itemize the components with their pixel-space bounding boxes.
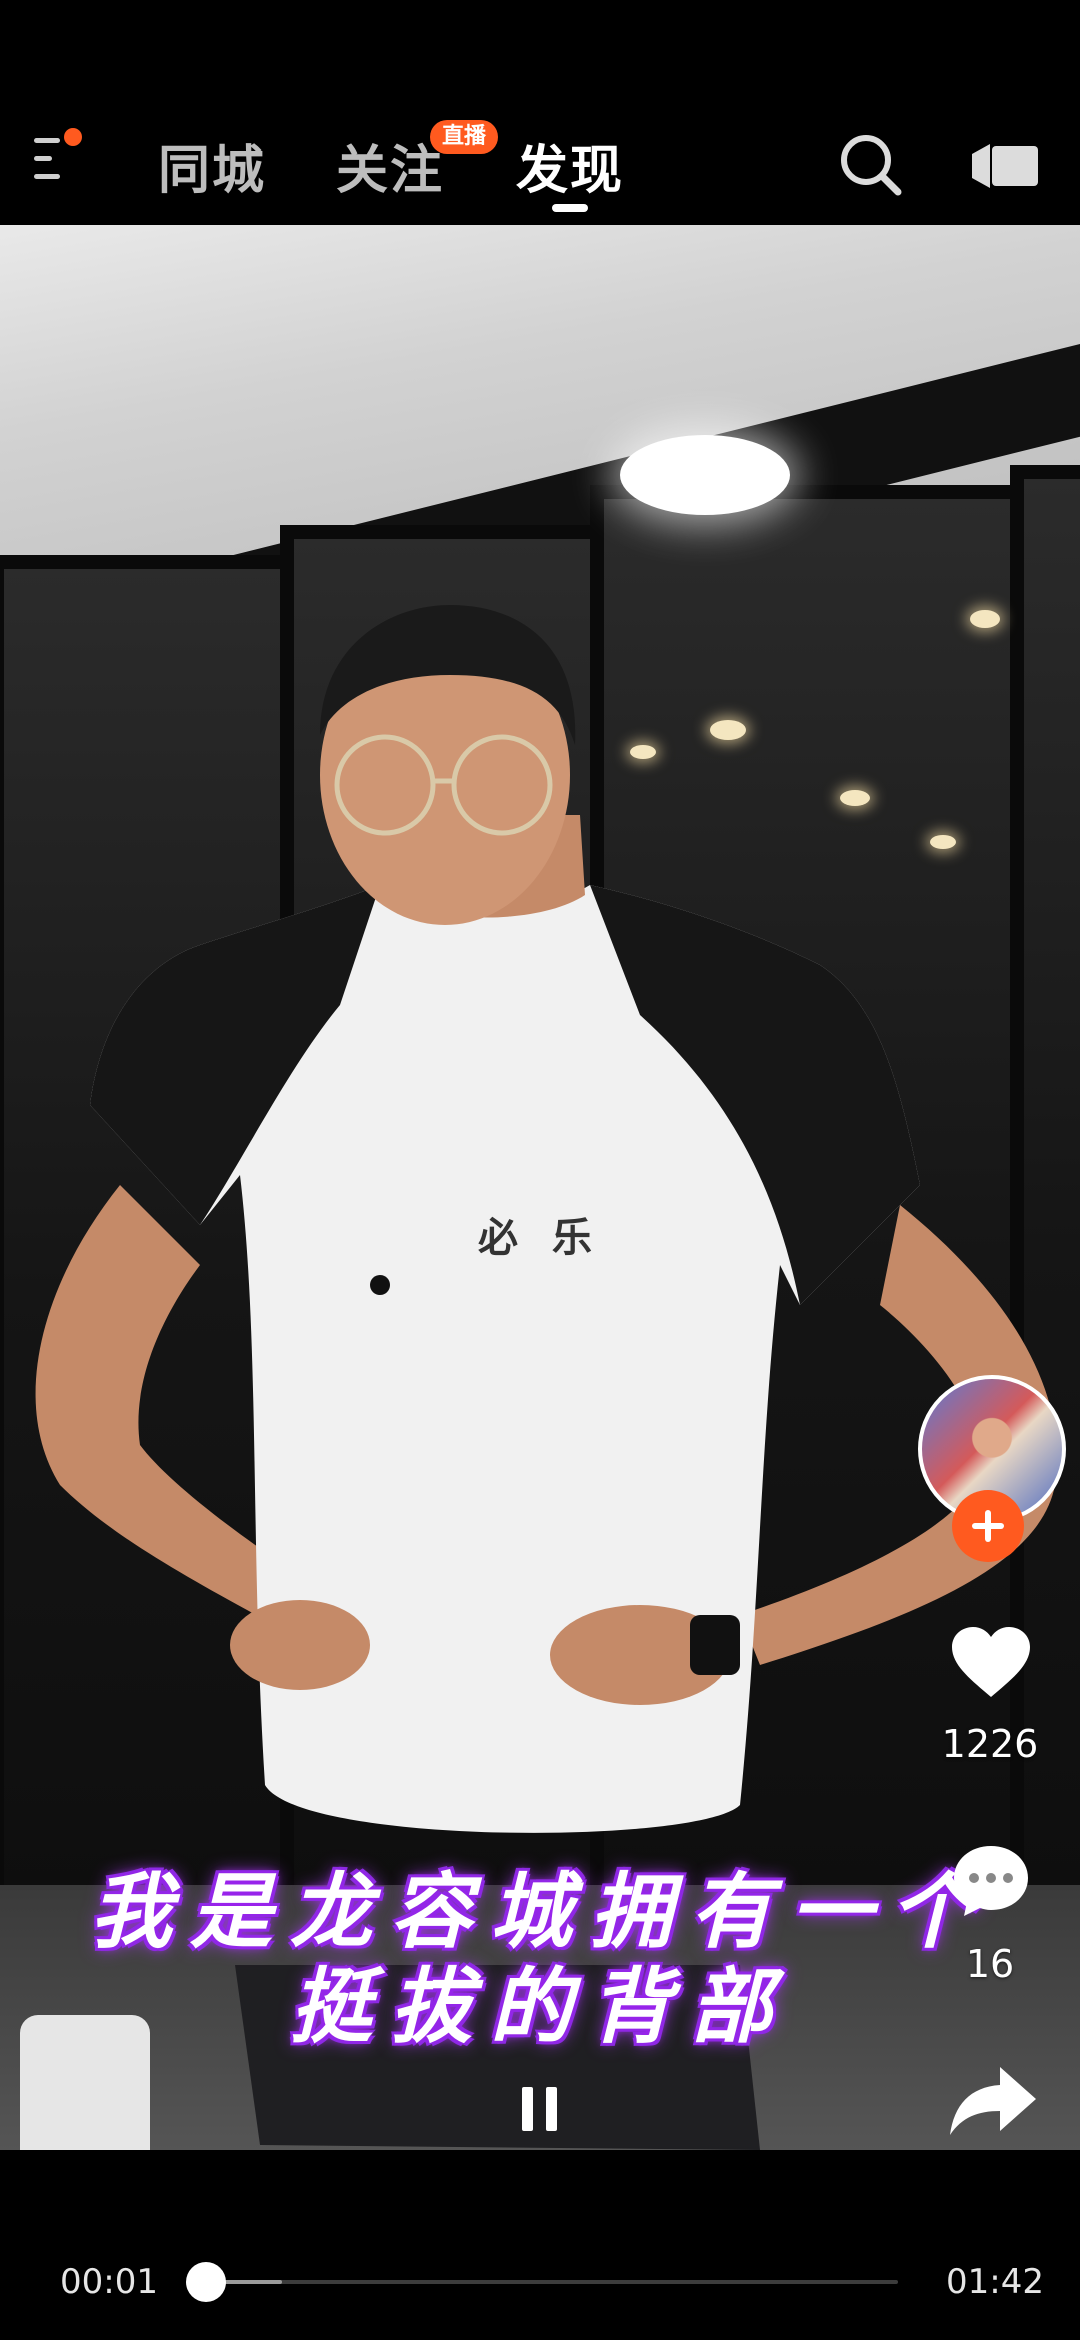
tab-discover[interactable]: 发现	[516, 128, 624, 203]
follow-button[interactable]	[952, 1490, 1024, 1562]
share-icon[interactable]	[948, 2065, 1038, 2141]
live-badge: 直播	[430, 120, 499, 154]
comment-count: 16	[965, 1942, 1015, 1986]
video-player[interactable]: 必 乐 我是龙容城拥有一个 挺拔的背部	[0, 225, 1080, 2150]
progress-track[interactable]	[206, 2280, 898, 2284]
top-nav: 同城 关注 直播 发现	[0, 0, 1080, 225]
player-controls	[0, 2150, 1080, 2340]
like-count: 1226	[941, 1722, 1039, 1766]
tab-nearby[interactable]: 同城	[158, 128, 266, 203]
subtitle-line-2: 挺拔的背部	[290, 1960, 790, 2055]
camera-icon[interactable]	[970, 142, 1040, 194]
active-tab-indicator	[552, 204, 588, 212]
total-time: 01:42	[946, 2262, 1044, 2302]
heart-icon[interactable]	[950, 1625, 1032, 1703]
comment-icon[interactable]	[950, 1842, 1032, 1922]
notification-dot	[64, 128, 82, 146]
current-time: 00:01	[60, 2262, 158, 2302]
menu-icon[interactable]	[34, 128, 82, 192]
progress-handle[interactable]	[186, 2262, 226, 2302]
pause-icon[interactable]	[522, 2087, 562, 2131]
ceiling-lamp	[620, 435, 790, 515]
search-icon[interactable]	[838, 132, 904, 202]
shirt-logo: 必 乐	[478, 1214, 602, 1261]
tab-following[interactable]: 关注	[336, 128, 444, 203]
